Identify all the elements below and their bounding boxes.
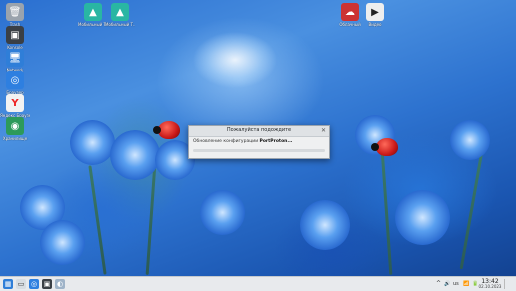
app-icon: ▲ <box>84 3 102 21</box>
cloud-icon: ☁ <box>341 3 359 21</box>
please-wait-dialog: Пожалуйста подождите ✕ Обновление конфиг… <box>188 125 330 159</box>
trash-icon: 🗑 <box>6 3 24 21</box>
terminal-taskbar-icon[interactable]: ▣ <box>42 279 52 289</box>
volume-icon[interactable]: 🔊 <box>444 281 450 287</box>
dialog-message-prefix: Обновление конфигурации <box>193 139 260 144</box>
close-icon[interactable]: ✕ <box>321 127 326 135</box>
video-icon: ▶ <box>366 3 384 21</box>
desktop-icon-label: Хранилище <box>2 136 28 141</box>
network-icon[interactable]: 📶 <box>463 281 469 287</box>
ladybug-left <box>153 121 180 139</box>
terminal-icon: ▣ <box>6 26 24 44</box>
files-icon[interactable]: ▭ <box>16 279 26 289</box>
dialog-message: Обновление конфигурации PortProton... <box>193 139 293 144</box>
dialog-titlebar[interactable]: Пожалуйста подождите ✕ <box>189 126 329 137</box>
desktop-icon-label: Мобильный Т... <box>105 22 135 27</box>
storage-icon: ◉ <box>6 117 24 135</box>
desktop-icon-label: Мобильный Т... <box>78 22 108 27</box>
discover-icon[interactable]: ◐ <box>55 279 65 289</box>
app-launcher-icon[interactable]: ▦ <box>3 279 13 289</box>
dialog-message-app: PortProton... <box>259 139 293 144</box>
dialog-title: Пожалуйста подождите <box>226 127 292 133</box>
clock-date[interactable]: 02.10.2023 <box>478 284 502 289</box>
keyboard-layout[interactable]: us <box>453 281 459 287</box>
ladybug-right <box>371 138 398 156</box>
browser-taskbar-icon[interactable]: ◎ <box>29 279 39 289</box>
yandex-icon: Y <box>6 94 24 112</box>
tray-expand-icon[interactable]: ^ <box>436 280 441 287</box>
app-icon: ▲ <box>111 3 129 21</box>
browser-icon: ◎ <box>6 71 24 89</box>
monitor-icon: 🖥 <box>6 49 24 67</box>
progress-bar <box>193 149 325 152</box>
show-desktop-button[interactable] <box>504 279 514 289</box>
taskbar: ▦ ▭ ◎ ▣ ◐ ^ 🔊 us 📶 🔋 13:42 02.10.2023 <box>0 276 516 291</box>
desktop-icon-label: Видео <box>368 22 382 27</box>
